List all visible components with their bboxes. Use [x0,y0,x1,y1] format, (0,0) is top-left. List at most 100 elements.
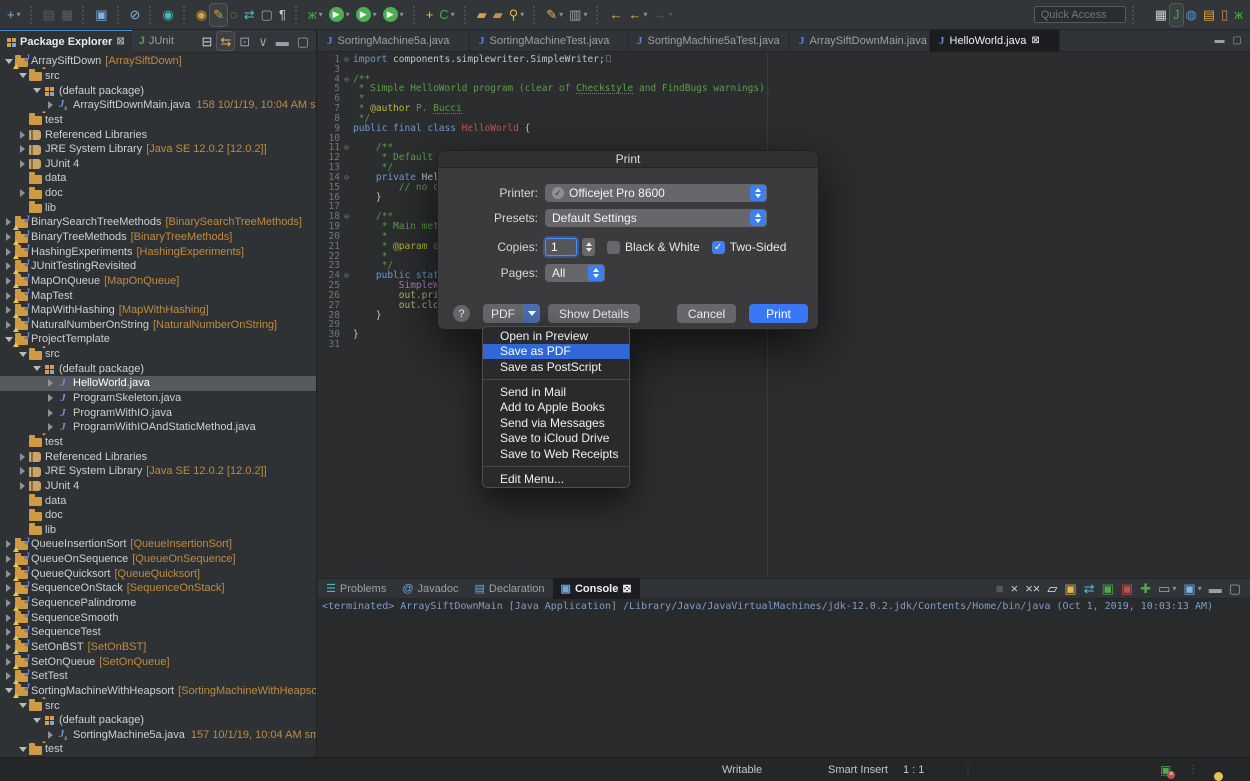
expand-arrow-icon[interactable] [32,366,41,371]
last-edit-location-icon[interactable]: ← [606,4,625,26]
skip-all-breakpoints-icon[interactable]: ⊘ [127,4,144,26]
save-icon[interactable]: ▤ [40,4,58,26]
tree-item[interactable]: (default package) [0,83,316,98]
minimize-icon[interactable]: ▬ [273,32,292,50]
tree-item[interactable]: SequenceSmooth [0,610,316,625]
tree-item[interactable]: data [0,171,316,186]
close-icon[interactable]: ⊠ [622,582,631,595]
run-external-tools-icon[interactable]: ▶▾ [353,4,380,26]
back-history-icon[interactable]: ←▾ [625,4,650,26]
tree-item[interactable]: (default package) [0,361,316,376]
dashed-square-icon[interactable]: ▢ [258,4,276,26]
help-button[interactable]: ? [453,305,470,322]
maximize-icon[interactable]: ▢ [294,32,312,50]
editor-tab-sortingmachinetest-java[interactable]: JSortingMachineTest.java [470,30,628,52]
resource-perspective-icon[interactable]: ▯ [1218,4,1231,26]
expand-arrow-icon[interactable] [18,73,27,78]
expand-arrow-icon[interactable] [32,718,41,723]
tree-item[interactable]: SortingMachineWithHeapsort[SortingMachin… [0,684,316,699]
save-all-icon[interactable]: ▦ [58,4,76,26]
maximize-icon[interactable]: ▢ [1233,35,1242,46]
pdf-menu-button[interactable]: PDF [483,304,540,323]
expand-arrow-icon[interactable] [18,131,27,139]
tree-item[interactable]: BinarySearchTreeMethods[BinarySearchTree… [0,215,316,230]
terminate-icon[interactable]: ■ [993,578,1007,600]
show-stderr-changed-icon[interactable]: ▣ [1118,578,1136,600]
open-perspective-icon[interactable]: ▦ [1152,4,1170,26]
expand-arrow-icon[interactable] [18,160,27,168]
new-java-project-icon[interactable]: + [423,4,437,26]
new-class-icon[interactable]: C▾ [436,4,457,26]
tree-item[interactable]: JsArraySiftDownMain.java158 10/1/19, 10:… [0,98,316,113]
tree-item[interactable]: QueueOnSequence[QueueOnSequence] [0,552,316,567]
new-annotation-icon[interactable]: ✎▾ [543,4,566,26]
tree-item[interactable]: SequenceOnStack[SequenceOnStack] [0,581,316,596]
console-tab-console[interactable]: ▣Console⊠ [553,578,640,599]
expand-arrow-icon[interactable] [46,394,55,402]
debug-icon[interactable]: ж▾ [305,4,326,26]
open-type-icon[interactable]: ▰ [474,4,490,26]
tree-item[interactable]: JHelloWorld.java [0,376,316,391]
console-tab-javadoc[interactable]: @Javadoc [394,578,466,599]
tree-item[interactable]: QueueQuicksort[QueueQuicksort] [0,566,316,581]
tree-item[interactable]: SetOnBST[SetOnBST] [0,640,316,655]
expand-arrow-icon[interactable] [18,703,27,708]
presets-select[interactable]: Default Settings [545,209,767,227]
expand-arrow-icon[interactable] [18,352,27,357]
show-stdout-changed-icon[interactable]: ▣ [1099,578,1117,600]
tree-item[interactable]: ProjectTemplate [0,332,316,347]
trace-yellow-icon[interactable]: ◉ [193,4,210,26]
editor-tab-helloworld-java[interactable]: JHelloWorld.java⊠ [930,30,1060,52]
menu-item-add-to-apple-books[interactable]: Add to Apple Books [483,399,629,415]
tree-item[interactable]: JProgramWithIOAndStaticMethod.java [0,420,316,435]
expand-arrow-icon[interactable] [46,101,55,109]
java-perspective-icon[interactable]: J [1170,4,1183,26]
tree-item[interactable]: Referenced Libraries [0,449,316,464]
expand-arrow-icon[interactable] [18,482,27,490]
expand-arrow-icon[interactable] [18,467,27,475]
expand-arrow-icon[interactable] [46,379,55,387]
word-wrap-icon[interactable]: ⇄ [1081,578,1098,600]
lightbulb-icon[interactable] [1214,772,1223,781]
console-tab-problems[interactable]: ☰Problems [318,578,394,599]
tree-item[interactable]: (default package) [0,713,316,728]
show-details-button[interactable]: Show Details [548,304,640,323]
debug-perspective-icon[interactable]: ж [1231,4,1246,26]
clear-console-icon[interactable]: ▱ [1044,578,1060,600]
tree-item[interactable]: JRE System Library[Java SE 12.0.2 [12.0.… [0,142,316,157]
link-with-editor-icon[interactable]: ⇆ [217,32,234,50]
printer-select[interactable]: ✓ Officejet Pro 8600 [545,184,767,202]
paintbrush-icon[interactable]: ✎ [210,4,227,26]
editor-tab-sortingmachine5atest-java[interactable]: JSortingMachine5aTest.java [628,30,790,52]
run-icon[interactable]: ▶▾ [326,4,353,26]
snap-target-icon[interactable]: ◌ [227,4,241,26]
tree-item[interactable]: doc [0,186,316,201]
menu-item-save-as-pdf[interactable]: Save as PDF [483,344,629,360]
tree-item[interactable]: test [0,435,316,450]
tree-item[interactable]: JUnit 4 [0,479,316,494]
tree-item[interactable]: HashingExperiments[HashingExperiments] [0,244,316,259]
trace-teal-icon[interactable]: ◉ [159,4,176,26]
pages-select[interactable]: All [545,264,605,282]
close-icon[interactable]: ⊠ [1031,35,1039,46]
tree-item[interactable]: MapWithHashing[MapWithHashing] [0,303,316,318]
quick-access-input[interactable] [1034,6,1126,23]
expand-arrow-icon[interactable] [32,88,41,93]
database-perspective-icon[interactable]: ▤ [1200,4,1218,26]
menu-item-send-via-messages[interactable]: Send via Messages [483,415,629,431]
open-console-icon[interactable]: ▣▾ [1180,578,1204,600]
monitor-icon[interactable]: ▣ [92,4,110,26]
tree-item[interactable]: SetTest [0,669,316,684]
menu-item-send-in-mail[interactable]: Send in Mail [483,384,629,400]
show-whitespace-icon[interactable]: ¶ [276,4,289,26]
tree-item[interactable]: test [0,742,316,757]
tree-item[interactable]: data [0,493,316,508]
package-explorer-tree[interactable]: ArraySiftDown[ArraySiftDown]src(default … [0,54,316,757]
remove-all-terminated-icon[interactable]: ×× [1022,578,1043,600]
display-selected-console-icon[interactable]: ▭▾ [1155,578,1179,600]
tree-item[interactable]: QueueInsertionSort[QueueInsertionSort] [0,537,316,552]
black-white-checkbox[interactable] [607,241,620,254]
maximize-icon[interactable]: ▢ [1226,578,1244,600]
pin-console-icon[interactable]: ✚ [1137,578,1154,600]
sidebar-tab-package-explorer[interactable]: Package Explorer⊠ [0,30,132,53]
